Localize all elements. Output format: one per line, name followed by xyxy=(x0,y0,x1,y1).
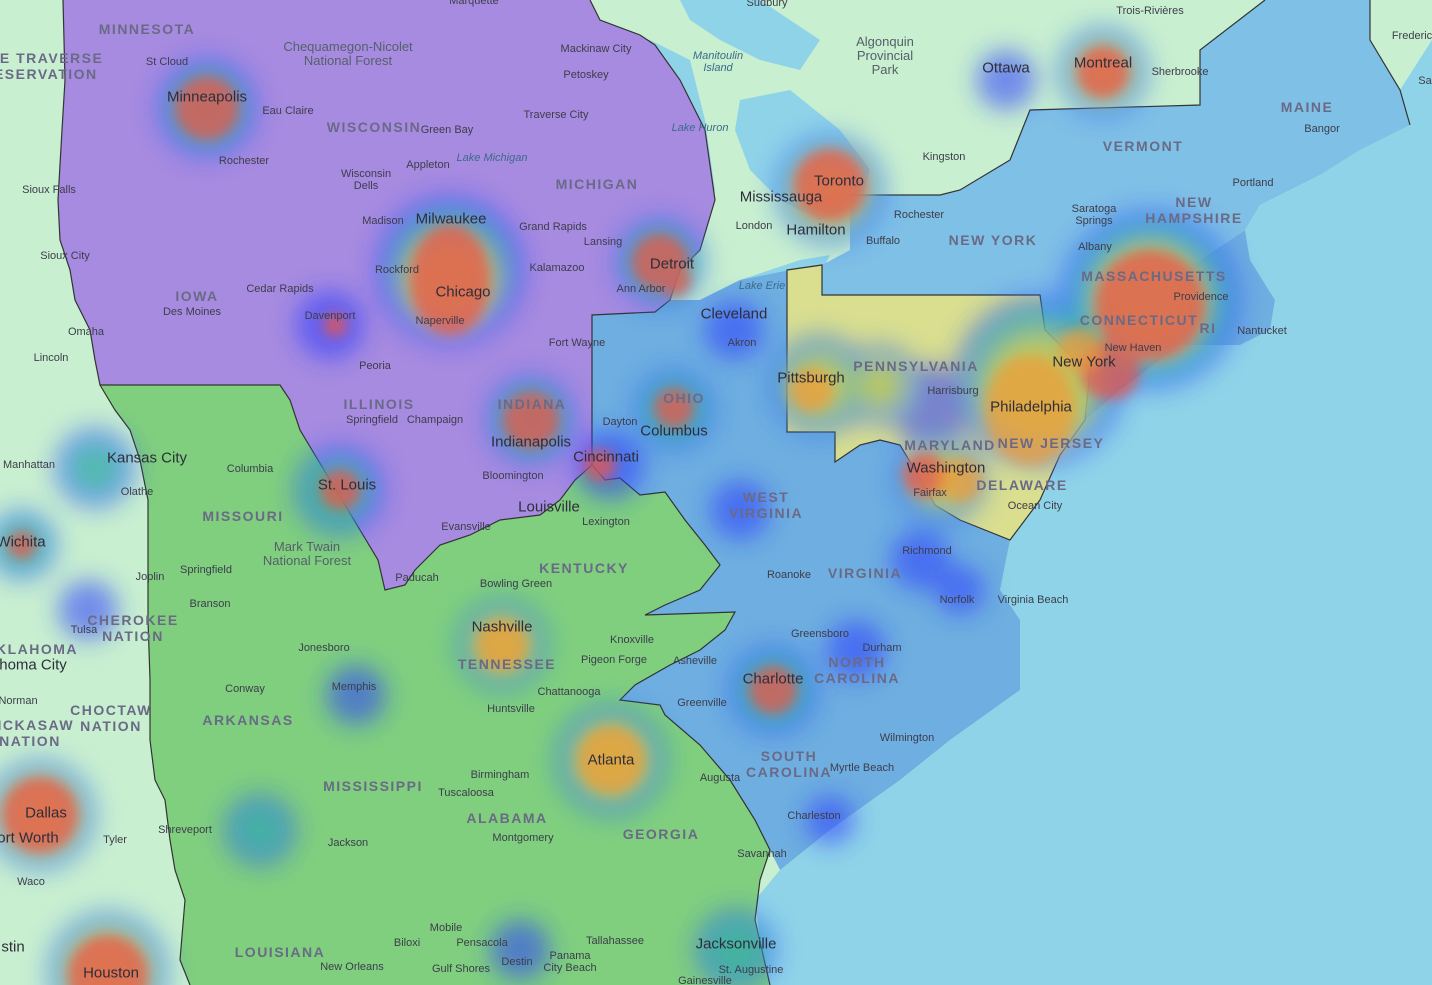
map-svg[interactable] xyxy=(0,0,1432,985)
map-canvas[interactable]: MINNESOTA WISCONSIN MICHIGAN IOWA ILLINOIS IN… xyxy=(0,0,1432,985)
